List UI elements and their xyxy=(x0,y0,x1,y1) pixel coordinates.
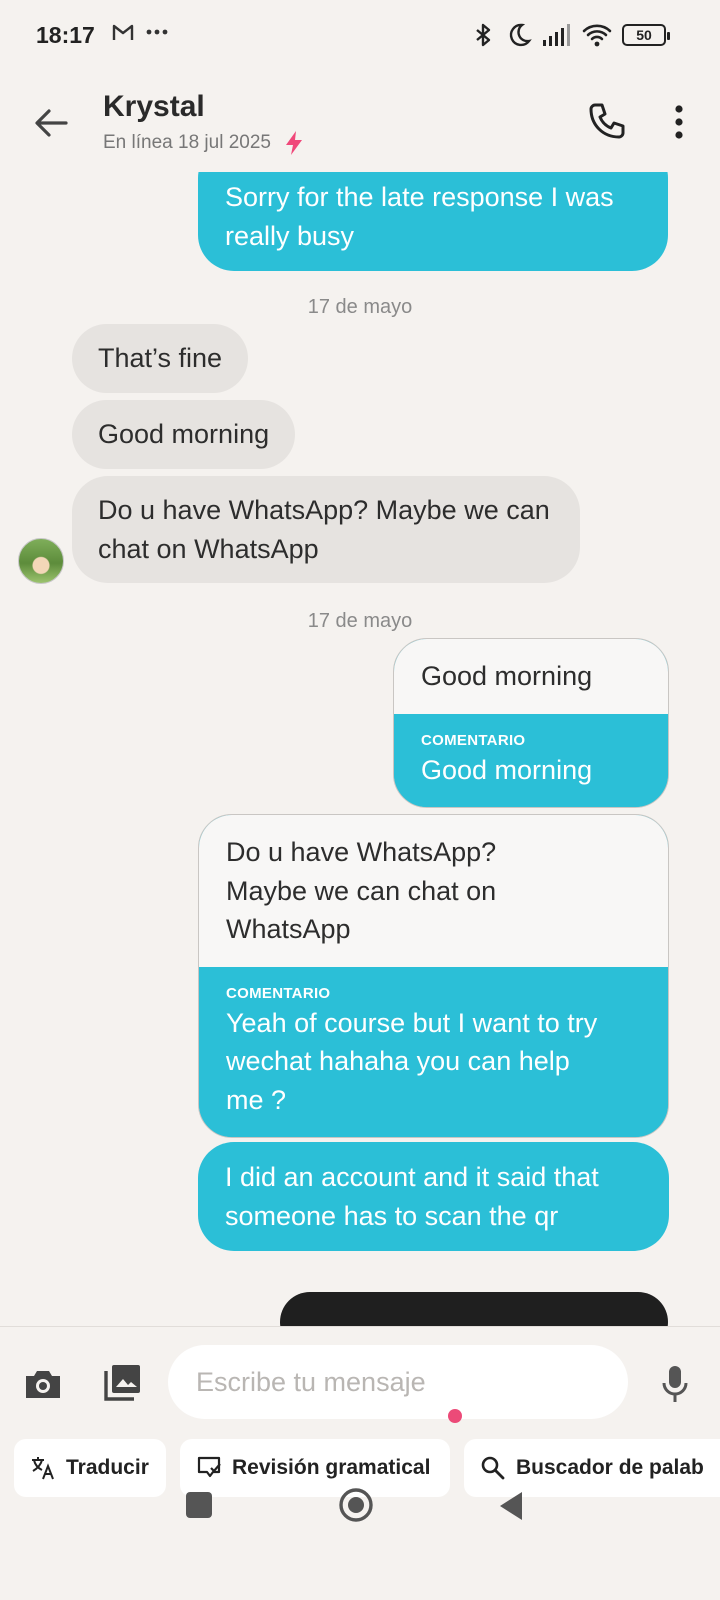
battery-icon: 50 xyxy=(622,24,670,46)
phone-call-icon[interactable] xyxy=(584,100,628,144)
reply-message[interactable]: Good morning COMENTARIO Good morning xyxy=(393,638,669,808)
word-search-label: Buscador de palab xyxy=(516,1456,704,1479)
contact-avatar[interactable] xyxy=(18,538,64,584)
more-dots-icon xyxy=(146,18,168,49)
date-separator: 17 de mayo xyxy=(307,296,413,318)
reply-comment: COMENTARIO Good morning xyxy=(394,713,668,807)
date-separator: 17 de mayo xyxy=(307,610,413,632)
recents-button[interactable] xyxy=(186,1492,212,1518)
translate-chip[interactable]: Traducir xyxy=(14,1439,166,1497)
gmail-icon xyxy=(112,22,134,48)
quoted-message: Do u have WhatsApp? Maybe we can chat on… xyxy=(199,815,668,967)
incoming-message[interactable]: Good morning xyxy=(72,400,296,469)
grammar-check-icon xyxy=(197,1456,221,1478)
incoming-message[interactable]: That’s fine xyxy=(72,324,249,393)
contact-name[interactable]: Krystal xyxy=(103,90,205,124)
chat-header: Krystal En línea 18 jul 2025 xyxy=(0,72,720,172)
more-options-icon[interactable] xyxy=(666,102,692,142)
comment-text: Good morning xyxy=(421,754,593,785)
gallery-icon[interactable] xyxy=(102,1361,144,1403)
composer: Traducir Revisión gramatical Buscador de… xyxy=(0,1326,720,1600)
message-text: That’s fine xyxy=(98,343,223,373)
translate-label: Traducir xyxy=(66,1456,149,1479)
outgoing-message[interactable]: Sorry for the late response I was really… xyxy=(198,172,668,271)
message-text: Do u have WhatsApp? Maybe we can chat on… xyxy=(98,495,550,564)
system-icons: 50 xyxy=(470,22,670,48)
bluetooth-icon xyxy=(476,23,491,47)
grammar-check-chip[interactable]: Revisión gramatical xyxy=(180,1439,450,1497)
outgoing-message[interactable]: I did an account and it said that someon… xyxy=(198,1142,669,1251)
new-feature-dot xyxy=(448,1409,462,1423)
wifi-icon xyxy=(582,24,612,47)
reply-message[interactable]: Do u have WhatsApp? Maybe we can chat on… xyxy=(198,814,669,1138)
boost-bolt-icon xyxy=(285,131,302,155)
back-arrow-icon[interactable] xyxy=(30,102,72,144)
translate-icon xyxy=(32,1457,54,1480)
online-status-text: En línea 18 jul 2025 xyxy=(103,132,271,153)
message-text: Sorry for the late response I was really… xyxy=(225,182,614,251)
comment-label: COMENTARIO xyxy=(421,731,526,749)
reply-comment: COMENTARIO Yeah of course but I want to … xyxy=(199,966,668,1137)
chat-thread[interactable]: Sorry for the late response I was really… xyxy=(0,172,720,1326)
nav-back-button[interactable] xyxy=(496,1489,526,1523)
dnd-moon-icon xyxy=(509,23,532,47)
home-button[interactable] xyxy=(338,1487,374,1523)
camera-icon[interactable] xyxy=(22,1363,64,1405)
message-text: Good morning xyxy=(98,419,270,449)
outgoing-message-partial[interactable] xyxy=(280,1292,668,1326)
contact-status: En línea 18 jul 2025 xyxy=(103,130,305,156)
comment-label: COMENTARIO xyxy=(226,984,331,1002)
microphone-icon[interactable] xyxy=(660,1363,690,1405)
grammar-check-label: Revisión gramatical xyxy=(232,1456,431,1479)
message-text: I did an account and it said that someon… xyxy=(225,1162,599,1231)
message-input[interactable] xyxy=(168,1345,628,1419)
status-time: 18:17 xyxy=(36,22,95,48)
status-bar: 18:17 50 xyxy=(0,0,720,72)
search-icon xyxy=(481,1456,505,1480)
signal-icon xyxy=(543,24,570,46)
incoming-message[interactable]: Do u have WhatsApp? Maybe we can chat on… xyxy=(72,476,580,583)
comment-text: Yeah of course but I want to try wechat … xyxy=(226,1007,598,1115)
quoted-message: Good morning xyxy=(394,639,668,714)
